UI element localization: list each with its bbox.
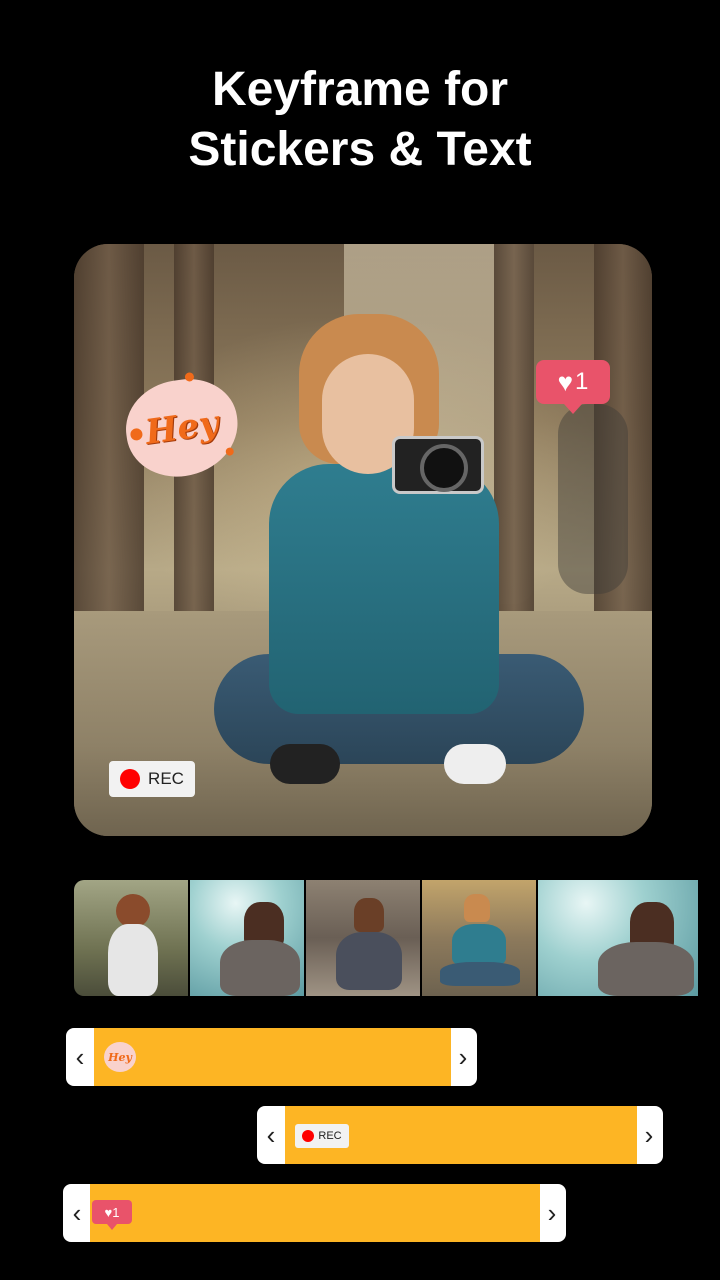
splash-dot	[225, 447, 235, 457]
frame-figure-body	[108, 924, 158, 996]
frame-figure-body	[220, 940, 300, 996]
hey-sticker-track[interactable]: ‹ Hey ›	[66, 1028, 477, 1086]
background-person	[558, 404, 628, 594]
track-next-arrow-icon[interactable]: ›	[449, 1028, 477, 1086]
filmstrip-frame[interactable]	[74, 880, 188, 996]
frame-figure-body	[336, 932, 402, 990]
like-count: 1	[575, 368, 589, 395]
splash-dot	[184, 371, 195, 383]
track-prev-arrow-icon[interactable]: ‹	[66, 1028, 94, 1086]
filmstrip-frame[interactable]	[306, 880, 420, 996]
background-pillar	[494, 244, 534, 612]
track-next-arrow-icon[interactable]: ›	[538, 1184, 566, 1242]
record-dot-icon	[302, 1130, 315, 1142]
track-next-arrow-icon[interactable]: ›	[635, 1106, 663, 1164]
title-line-2: Stickers & Text	[188, 123, 532, 176]
record-dot-icon	[120, 769, 141, 789]
subject-shoe	[270, 744, 340, 784]
title-line-1: Keyframe for	[211, 63, 509, 116]
filmstrip-frame[interactable]	[538, 880, 698, 996]
track-bar[interactable]: Hey	[94, 1028, 451, 1086]
camera-lens	[420, 444, 468, 492]
subject-shoe	[444, 744, 506, 784]
hey-sticker-text: Hey	[142, 403, 222, 453]
like-thumbnail-count: 1	[112, 1204, 120, 1220]
subject-torso	[269, 464, 499, 714]
rec-thumbnail-label: REC	[318, 1130, 342, 1142]
video-preview[interactable]: Hey ♥ 1 REC	[74, 244, 652, 836]
track-prev-arrow-icon[interactable]: ‹	[63, 1184, 91, 1242]
rec-badge[interactable]: REC	[109, 761, 195, 797]
hey-sticker-thumbnail: Hey	[104, 1042, 136, 1072]
frame-figure-legs	[440, 962, 520, 986]
like-track[interactable]: ‹ ♥ 1 ›	[63, 1184, 566, 1242]
filmstrip-frame[interactable]	[422, 880, 536, 996]
frame-figure-head	[464, 894, 490, 922]
track-bar[interactable]: REC	[285, 1106, 637, 1164]
heart-icon: ♥	[557, 367, 574, 397]
track-bar[interactable]: ♥ 1	[90, 1184, 540, 1242]
frame-figure-body	[598, 942, 694, 996]
page-title: Keyframe for Stickers & Text	[0, 60, 720, 180]
rec-track[interactable]: ‹ REC ›	[257, 1106, 663, 1164]
frame-figure-head	[116, 894, 150, 928]
filmstrip[interactable]	[74, 880, 700, 996]
filmstrip-frame[interactable]	[190, 880, 304, 996]
like-thumbnail: ♥ 1	[92, 1200, 132, 1230]
heart-icon: ♥	[104, 1204, 113, 1220]
frame-figure-body	[452, 924, 506, 966]
frame-figure-head	[354, 898, 384, 932]
like-badge[interactable]: ♥ 1	[536, 360, 610, 414]
rec-thumbnail: REC	[295, 1124, 349, 1148]
splash-dot	[129, 427, 144, 442]
track-prev-arrow-icon[interactable]: ‹	[257, 1106, 285, 1164]
rec-label: REC	[148, 769, 184, 788]
